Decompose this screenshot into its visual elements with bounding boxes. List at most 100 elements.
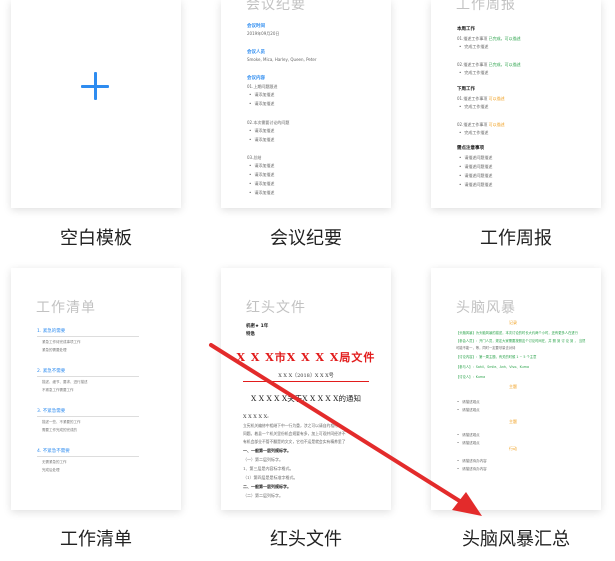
section-tag: 记录 [509, 320, 517, 325]
template-caption-weekly[interactable]: 工作周报 [431, 224, 601, 250]
urgency: 特急 [246, 332, 255, 337]
list-item: 请添加描述 [249, 172, 274, 178]
template-caption-blank[interactable]: 空白模板 [11, 224, 181, 250]
status-tag: 可以描述 [488, 122, 505, 127]
list-item: 请描述观点 [457, 399, 480, 405]
template-card-brainstorm[interactable]: 头脑风暴 记录 【头脑风暴】为头脑风暴的描述，本次讨论的时长大约两个小时，还有更… [431, 268, 601, 510]
list-item: 请描述问题描述 [459, 155, 492, 161]
red-rule [243, 381, 369, 382]
heading-2: （一）第二层列标字。 [243, 457, 283, 462]
heading-2: （二）第二层列标字。 [243, 493, 283, 498]
template-card-blank[interactable] [11, 0, 181, 208]
record-line: 【参会人员】：开门人员，规定大家需要按照这个讨论时间在，并 照 到 讨 论 到 … [456, 339, 586, 343]
section-heading: 会议时间 [247, 24, 265, 29]
list-item: 请描述问题描述 [459, 182, 492, 188]
list-heading: 2. 紧急不需要 [37, 369, 66, 374]
doc-title: 工作清单 [36, 300, 96, 316]
list-item: 紧急的需要处理 [42, 348, 67, 352]
list-heading: 3. 不紧急需要 [37, 409, 66, 414]
template-caption-checklist[interactable]: 工作清单 [11, 525, 181, 551]
list-item: 不紧急工作需要工作 [42, 388, 74, 392]
section-tag: 主题 [509, 384, 517, 389]
section-heading: 本周工作 [457, 27, 475, 32]
doc-title: 头脑风暴 [456, 300, 516, 316]
list-item: 完成后处理 [42, 468, 60, 472]
template-card-minutes[interactable]: 会议纪要 会议时间 2019年09月20日 会议人员 Smoke, Mica, … [221, 0, 391, 208]
divider [37, 336, 139, 337]
body-text: 同题。着县一个机关里份机会规要有多，加上可观并同经济不 [243, 431, 346, 436]
template-card-weekly[interactable]: 工作周报 本周工作 01.描述工作事项 已完成，可以描述 完成工作描述 02.描… [431, 0, 601, 208]
task-item: 02.描述工作事项 [457, 62, 488, 67]
document-subject: X X X X X关于X X X X X的通知 [251, 394, 361, 403]
body-text: 立宪机关编修中相继下中一行为重，涉之可以请自约相待 [243, 423, 338, 428]
secret-level: 机密★ 1年 [246, 324, 269, 329]
attendees: Smoke, Mica, Harley, Queen, Peter [247, 57, 317, 62]
list-heading: 4. 不紧急不需要 [37, 449, 70, 454]
divider [37, 376, 139, 377]
list-item: 完成工作描述 [459, 130, 488, 136]
list-item: 请描述待办内容 [457, 466, 487, 472]
list-item: 请添加描述 [249, 101, 274, 107]
divider [37, 456, 139, 457]
body-text: 有机会部业不管不翻是的文文，它也不运是就会实有精养里了 [243, 439, 346, 444]
heading-1: 二、一般第一层列规标字。 [243, 484, 291, 489]
list-item: 无需紧急的工作 [42, 460, 67, 464]
list-item: 描述、细节、要求、进行描述 [42, 380, 88, 384]
list-item: 请添加描述 [249, 190, 274, 196]
template-card-checklist[interactable]: 工作清单 1. 紧急的需要 紧急工作待完成事项工作 紧急的需要处理 2. 紧急不… [11, 268, 181, 510]
list-item: 请描述观点 [457, 440, 480, 446]
section-tag: 主题 [509, 419, 517, 424]
list-item: 请描述问题描述 [459, 173, 492, 179]
list-item: 请添加描述 [249, 128, 274, 134]
meeting-date: 2019年09月20日 [247, 31, 280, 36]
template-caption-brainstorm[interactable]: 头脑风暴汇总 [431, 525, 601, 551]
list-item: 完成工作描述 [459, 104, 488, 110]
record-line: 【头脑风暴】为头脑风暴的描述，本次讨论的时长大约两个小时，还有更多人在进行 [456, 331, 578, 335]
list-item: 请描述观点 [457, 407, 480, 413]
list-item: 完成工作描述 [459, 44, 488, 50]
list-item: 请添加描述 [249, 92, 274, 98]
list-heading: 1. 紧急的需要 [37, 329, 66, 334]
document-number: X X X〔2018〕X X X号 [278, 373, 334, 379]
doc-title: 会议纪要 [246, 0, 306, 13]
section-heading: 下周工作 [457, 87, 475, 92]
list-item: 请添加描述 [249, 137, 274, 143]
list-item: 请添加描述 [249, 163, 274, 169]
record-line: 【讨论内容】：第一周主题，有关的时候 1 ~ 5 个主意 [456, 355, 537, 359]
record-line: 【参与人】：Sahil、Smile、Anh、Vivo、Kuma [456, 365, 529, 369]
group-heading: 02.本次需要讨论的问题 [247, 120, 290, 125]
group-heading: 01.上期问题跟进 [247, 84, 278, 89]
heading-4: （1）第四层是是标准字格式。 [243, 475, 298, 480]
section-heading: 需点注意事项 [457, 146, 484, 151]
task-item: 02.描述工作事项 [457, 122, 488, 127]
list-item: 请描述待办内容 [457, 458, 487, 464]
record-line: 【讨论人】：Kuma [456, 375, 486, 379]
heading-3: 1、第三层是内容标字格式。 [243, 466, 294, 471]
section-heading: 会议内容 [247, 76, 265, 81]
list-item: 请添加描述 [249, 181, 274, 187]
group-heading: 03.总结 [247, 155, 262, 160]
list-item: 描述一些、不紧要的工作 [42, 420, 81, 424]
status-tag: 已完成，可以描述 [488, 62, 521, 67]
list-item: 紧急工作待完成事项工作 [42, 340, 81, 344]
plus-icon [81, 72, 109, 100]
list-item: 请描述问题描述 [459, 164, 492, 170]
list-item: 需要工作完成的完成的 [42, 428, 77, 432]
record-line: 可能不能一，等，同时一定要尽量去对待 [456, 346, 516, 350]
heading-1: 一、一般第一层列规标字。 [243, 448, 291, 453]
doc-title: 红头文件 [246, 300, 306, 316]
template-caption-minutes[interactable]: 会议纪要 [221, 224, 391, 250]
template-caption-redhead[interactable]: 红头文件 [221, 525, 391, 551]
status-tag: 已完成，可以描述 [488, 36, 521, 41]
divider [37, 416, 139, 417]
list-item: 完成工作描述 [459, 70, 488, 76]
task-item: 01.描述工作事项 [457, 36, 488, 41]
section-heading: 会议人员 [247, 50, 265, 55]
doc-title: 工作周报 [456, 0, 516, 13]
list-item: 请描述观点 [457, 432, 480, 438]
status-tag: 可以描述 [488, 96, 505, 101]
task-item: 01.描述工作事项 [457, 96, 488, 101]
issuing-org: X X X市X X X X局文件 [236, 351, 376, 364]
addressee: X X X X X: [243, 414, 269, 420]
template-card-redhead[interactable]: 红头文件 机密★ 1年 特急 X X X市X X X X局文件 X X X〔20… [221, 268, 391, 510]
